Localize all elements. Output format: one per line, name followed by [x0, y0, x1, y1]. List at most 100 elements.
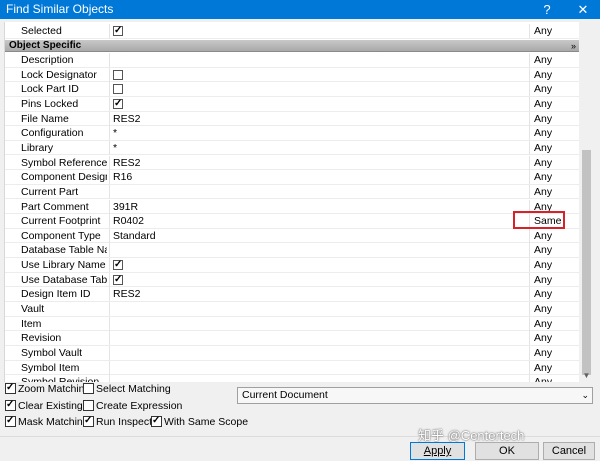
row-name: Configuration: [21, 127, 84, 140]
row-value[interactable]: RES2: [109, 287, 529, 302]
create-expression-checkbox[interactable]: Create Expression: [83, 399, 182, 413]
row-name: Component Designator: [21, 171, 107, 184]
row-value[interactable]: *: [109, 140, 529, 155]
checkbox-run-inspector[interactable]: [83, 414, 94, 428]
row-checkbox[interactable]: [113, 84, 123, 95]
row-value[interactable]: Standard: [109, 228, 529, 243]
row-value[interactable]: [109, 67, 529, 82]
row-name: Database Table Name: [21, 244, 107, 257]
row-match[interactable]: Any: [529, 375, 580, 382]
row-checkbox[interactable]: [113, 273, 123, 287]
row-name: Current Footprint: [21, 215, 101, 228]
ok-button[interactable]: OK: [475, 442, 539, 460]
window-title: Find Similar Objects: [6, 2, 114, 16]
row-match[interactable]: Any: [529, 67, 580, 82]
row-value[interactable]: [109, 302, 529, 317]
checkbox-selected[interactable]: [113, 24, 123, 38]
close-button[interactable]: ✕: [568, 0, 598, 19]
row-name: Library: [21, 141, 54, 154]
vertical-scrollbar[interactable]: ▼: [579, 22, 594, 382]
row-match[interactable]: Any: [529, 126, 580, 141]
scroll-thumb[interactable]: [582, 150, 591, 375]
row-match[interactable]: Any: [529, 316, 580, 331]
row-value[interactable]: [109, 272, 529, 287]
create-expression-label: Create Expression: [96, 400, 183, 412]
row-match[interactable]: Any: [529, 243, 580, 258]
section-object-specific[interactable]: Object Specific »: [5, 40, 580, 52]
row-match[interactable]: Any: [529, 360, 580, 375]
row-match[interactable]: Any: [529, 170, 580, 185]
row-match[interactable]: Any: [529, 302, 580, 317]
row-match[interactable]: Any: [529, 82, 580, 97]
row-name: Symbol Vault: [21, 347, 83, 359]
row-match[interactable]: Any: [529, 24, 580, 38]
clear-existing-checkbox[interactable]: Clear Existing: [5, 398, 83, 413]
chevron-down-icon[interactable]: ⌄: [581, 388, 589, 403]
row-value[interactable]: [109, 184, 529, 199]
checkbox-mask-matching[interactable]: [5, 414, 16, 428]
checkbox-zoom-matching[interactable]: [5, 381, 16, 395]
grid-row: Item Any: [5, 316, 580, 332]
row-match[interactable]: Any: [529, 111, 580, 126]
checkbox-select-matching[interactable]: [83, 383, 94, 394]
row-value[interactable]: [109, 331, 529, 346]
row-match[interactable]: Any: [529, 53, 580, 67]
checkbox-with-same-scope[interactable]: [151, 414, 162, 428]
grid-row: Lock Part ID Any: [5, 82, 580, 97]
row-name: Symbol Revision: [21, 375, 107, 382]
zoom-matching-checkbox[interactable]: Zoom Matching: [5, 381, 90, 396]
row-value[interactable]: [109, 346, 529, 360]
row-value[interactable]: *: [109, 126, 529, 141]
row-checkbox[interactable]: [113, 69, 123, 80]
row-value[interactable]: R16: [109, 170, 529, 185]
row-value[interactable]: RES2: [109, 111, 529, 126]
row-value[interactable]: [109, 360, 529, 375]
help-button[interactable]: ?: [532, 0, 562, 19]
row-match[interactable]: Any: [529, 331, 580, 346]
grid-row: Symbol Revision Any: [5, 375, 580, 382]
grid-row: Configuration * Any: [5, 126, 580, 141]
properties-grid: Selected Any Object Specific » Descripti…: [4, 22, 594, 382]
scroll-down-arrow-icon[interactable]: ▼: [579, 370, 594, 382]
with-same-scope-label: With Same Scope: [164, 416, 249, 428]
row-value[interactable]: RES2: [109, 155, 529, 170]
row-value[interactable]: [109, 82, 529, 97]
row-match[interactable]: Any: [529, 228, 580, 243]
mask-matching-checkbox[interactable]: Mask Matching: [5, 414, 89, 429]
select-matching-label: Select Matching: [96, 383, 171, 395]
clear-existing-label: Clear Existing: [18, 400, 83, 412]
row-value[interactable]: [109, 243, 529, 258]
row-match[interactable]: Any: [529, 96, 580, 111]
grid-row: Lock Designator Any: [5, 67, 580, 83]
collapse-chevron-icon[interactable]: »: [571, 40, 576, 52]
row-match[interactable]: Any: [529, 155, 580, 170]
row-value[interactable]: [109, 375, 529, 382]
row-checkbox[interactable]: [113, 258, 123, 272]
scope-dropdown[interactable]: Current Document ⌄: [237, 387, 593, 404]
cancel-button[interactable]: Cancel: [543, 442, 595, 460]
checkbox-create-expression[interactable]: [83, 400, 94, 411]
row-value[interactable]: [109, 96, 529, 111]
grid-row: Description Any: [5, 53, 580, 68]
row-value[interactable]: [109, 316, 529, 331]
row-value[interactable]: [109, 53, 529, 67]
row-match[interactable]: Any: [529, 346, 580, 360]
run-inspector-checkbox[interactable]: Run Inspector: [83, 414, 161, 429]
row-value[interactable]: 391R: [109, 199, 529, 214]
checkbox-clear-existing[interactable]: [5, 398, 16, 412]
grid-row: Vault Any: [5, 302, 580, 317]
row-match[interactable]: Any: [529, 258, 580, 273]
apply-button[interactable]: Apply: [410, 442, 465, 460]
row-match[interactable]: Any: [529, 272, 580, 287]
row-value[interactable]: [109, 24, 529, 38]
row-value[interactable]: [109, 258, 529, 273]
row-name: Design Item ID: [21, 288, 91, 301]
row-value[interactable]: R0402: [109, 214, 529, 229]
row-checkbox[interactable]: [113, 97, 123, 111]
row-match[interactable]: Any: [529, 184, 580, 199]
row-match[interactable]: Any: [529, 287, 580, 302]
select-matching-checkbox[interactable]: Select Matching: [83, 382, 171, 396]
with-same-scope-checkbox[interactable]: With Same Scope: [151, 414, 249, 429]
grid-row: Component Type Standard Any: [5, 228, 580, 244]
row-match[interactable]: Any: [529, 140, 580, 155]
